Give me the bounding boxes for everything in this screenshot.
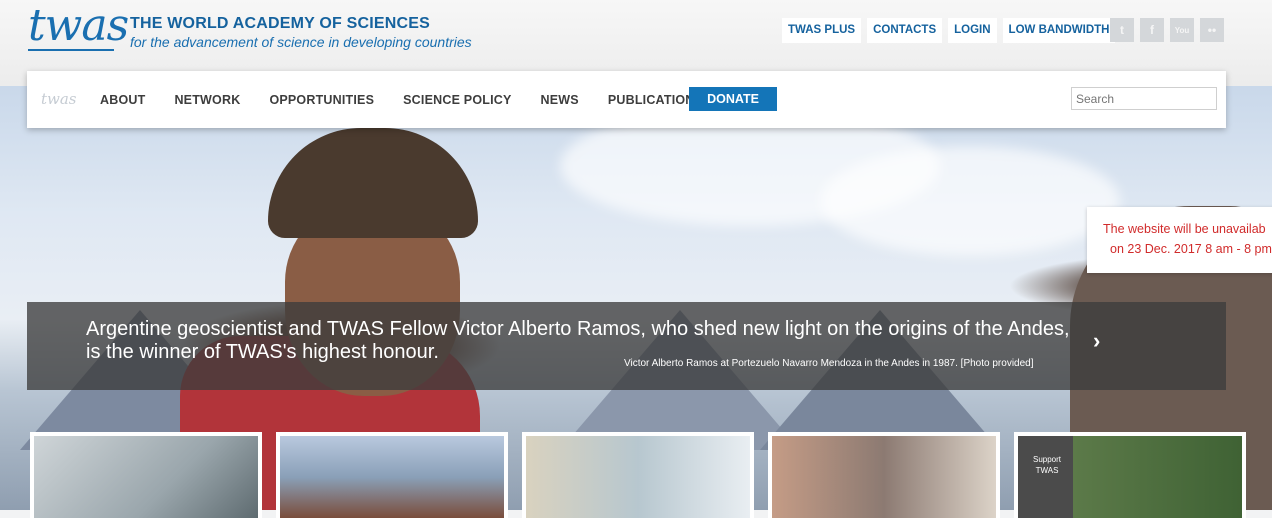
nav-science-policy[interactable]: SCIENCE POLICY bbox=[403, 93, 511, 107]
notice-line-2: on 23 Dec. 2017 8 am - 8 pm bbox=[1110, 242, 1272, 256]
lab-scientist-thumbnail[interactable] bbox=[30, 432, 262, 518]
slide-caption: Argentine geoscientist and TWAS Fellow V… bbox=[27, 302, 1226, 390]
logo-underline bbox=[28, 49, 114, 51]
login-link[interactable]: LOGIN bbox=[948, 18, 997, 43]
thumbnail-image bbox=[280, 436, 504, 518]
women-group-thumbnail[interactable] bbox=[768, 432, 1000, 518]
facebook-icon[interactable]: f bbox=[1140, 18, 1164, 42]
twas-plus-link[interactable]: TWAS PLUS bbox=[782, 18, 862, 43]
slide-thumbnails: Support TWAS bbox=[30, 432, 1246, 518]
org-subtitle: for the advancement of science in develo… bbox=[130, 34, 472, 50]
nav-about[interactable]: ABOUT bbox=[100, 93, 145, 107]
thumbnail-image bbox=[772, 436, 996, 518]
twas-logo[interactable]: twas bbox=[28, 4, 129, 48]
chevron-right-icon[interactable]: › bbox=[1093, 328, 1100, 354]
photo-credit: Victor Alberto Ramos at Portezuelo Navar… bbox=[624, 358, 1034, 369]
contacts-link[interactable]: CONTACTS bbox=[867, 18, 943, 43]
nav-menu: ABOUT NETWORK OPPORTUNITIES SCIENCE POLI… bbox=[100, 71, 703, 128]
lab-researcher-thumbnail[interactable] bbox=[522, 432, 754, 518]
youtube-icon[interactable]: You bbox=[1170, 18, 1194, 42]
notice-line-1: The website will be unavailab bbox=[1103, 222, 1266, 236]
twitter-icon[interactable]: t bbox=[1110, 18, 1134, 42]
nav-news[interactable]: NEWS bbox=[541, 93, 579, 107]
support-twas-label: Support TWAS bbox=[1032, 455, 1062, 475]
maintenance-notice: The website will be unavailab on 23 Dec.… bbox=[1087, 207, 1272, 273]
social-icons: t f You •• bbox=[1110, 18, 1224, 42]
ramos-thumbnail[interactable] bbox=[276, 432, 508, 518]
utility-links: TWAS PLUS CONTACTS LOGIN LOW BANDWIDTH bbox=[782, 18, 1116, 43]
donate-button[interactable]: DONATE bbox=[689, 87, 777, 111]
nav-logo[interactable]: twas bbox=[41, 90, 77, 108]
org-title[interactable]: THE WORLD ACADEMY OF SCIENCES bbox=[130, 15, 430, 33]
person-hat bbox=[268, 128, 478, 238]
nav-opportunities[interactable]: OPPORTUNITIES bbox=[269, 93, 374, 107]
thumbnail-image bbox=[526, 436, 750, 518]
cloud-shape bbox=[820, 146, 1120, 256]
thumbnail-image bbox=[34, 436, 258, 518]
flickr-icon[interactable]: •• bbox=[1200, 18, 1224, 42]
support-twas-thumbnail[interactable]: Support TWAS bbox=[1014, 432, 1246, 518]
thumbnail-image: Support TWAS bbox=[1018, 436, 1242, 518]
nav-network[interactable]: NETWORK bbox=[174, 93, 240, 107]
main-nav: twas ABOUT NETWORK OPPORTUNITIES SCIENCE… bbox=[27, 71, 1226, 128]
low-bandwidth-link[interactable]: LOW BANDWIDTH bbox=[1002, 18, 1116, 43]
search-input[interactable] bbox=[1071, 87, 1217, 110]
